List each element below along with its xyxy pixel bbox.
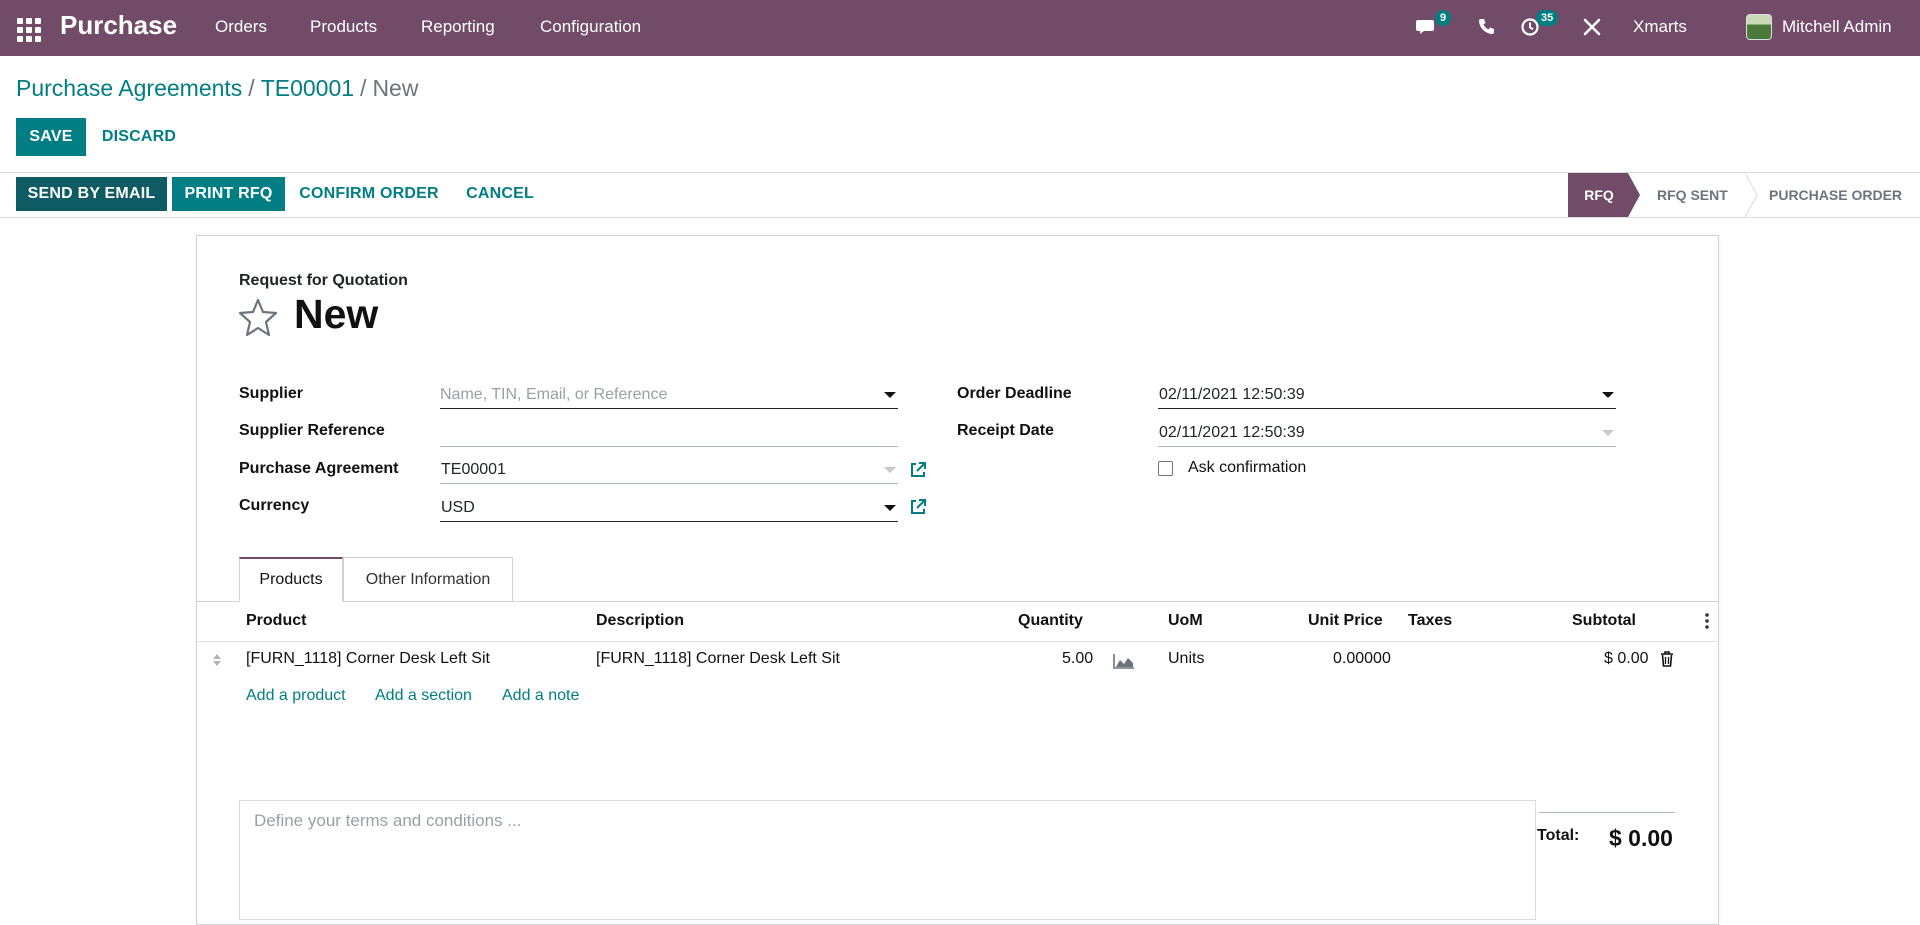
statusbar: SEND BY EMAIL PRINT RFQ CONFIRM ORDER CA… xyxy=(0,172,1920,218)
purchase-agreement-value: TE00001 xyxy=(441,460,506,478)
chevron-down-icon[interactable] xyxy=(884,392,896,398)
company-switcher[interactable]: Xmarts xyxy=(1633,17,1687,37)
breadcrumb-current: New xyxy=(372,75,419,101)
receipt-date-label: Receipt Date xyxy=(957,422,1054,439)
column-quantity[interactable]: Quantity xyxy=(1018,612,1083,630)
ask-confirmation-checkbox[interactable] xyxy=(1158,461,1173,476)
stage-rfq[interactable]: RFQ xyxy=(1568,173,1630,217)
activities-badge: 35 xyxy=(1536,10,1559,26)
row-quantity[interactable]: 5.00 xyxy=(1062,650,1093,668)
add-note-link[interactable]: Add a note xyxy=(502,687,579,705)
messages-badge: 9 xyxy=(1435,10,1452,26)
app-name[interactable]: Purchase xyxy=(60,10,177,41)
currency-input[interactable]: USD xyxy=(440,494,898,522)
document-type-label: Request for Quotation xyxy=(239,272,408,289)
chevron-down-icon[interactable] xyxy=(884,467,896,473)
save-button[interactable]: SAVE xyxy=(16,118,86,156)
breadcrumb-purchase-agreements[interactable]: Purchase Agreements xyxy=(16,75,242,101)
cancel-button[interactable]: CANCEL xyxy=(460,177,540,211)
add-product-link[interactable]: Add a product xyxy=(246,687,346,705)
stage-purchase-order[interactable]: PURCHASE ORDER xyxy=(1769,173,1909,217)
order-deadline-input[interactable]: 02/11/2021 12:50:39 xyxy=(1158,381,1616,409)
terms-placeholder: Define your terms and conditions ... xyxy=(254,811,522,830)
external-link-icon[interactable] xyxy=(909,498,927,516)
tab-products[interactable]: Products xyxy=(239,557,343,602)
add-section-link[interactable]: Add a section xyxy=(375,687,472,705)
tools-icon[interactable] xyxy=(1582,17,1602,37)
row-unit-price[interactable]: 0.00000 xyxy=(1333,650,1391,668)
user-menu[interactable]: Mitchell Admin xyxy=(1782,17,1892,37)
phone-icon[interactable] xyxy=(1477,18,1495,36)
total-value: $ 0.00 xyxy=(1609,825,1673,851)
top-navbar: Purchase Orders Products Reporting Confi… xyxy=(0,0,1920,56)
chevron-down-icon[interactable] xyxy=(884,505,896,511)
discard-button[interactable]: DISCARD xyxy=(96,118,182,156)
receipt-date-input[interactable]: 02/11/2021 12:50:39 xyxy=(1158,419,1616,447)
supplier-placeholder: Name, TIN, Email, or Reference xyxy=(440,385,668,403)
print-rfq-button[interactable]: PRINT RFQ xyxy=(172,177,285,211)
row-subtotal: $ 0.00 xyxy=(1604,650,1649,667)
menu-products[interactable]: Products xyxy=(310,17,377,37)
star-icon[interactable] xyxy=(237,297,279,337)
breadcrumb: Purchase Agreements / TE00001/New xyxy=(16,75,418,102)
supplier-reference-label: Supplier Reference xyxy=(239,422,385,439)
currency-label: Currency xyxy=(239,497,310,514)
breadcrumb-separator: / xyxy=(248,75,255,101)
column-uom[interactable]: UoM xyxy=(1168,612,1203,630)
forecast-graph-icon[interactable] xyxy=(1113,653,1135,669)
ask-confirmation-label[interactable]: Ask confirmation xyxy=(1188,459,1306,477)
menu-orders[interactable]: Orders xyxy=(215,17,267,37)
menu-configuration[interactable]: Configuration xyxy=(540,17,641,37)
page-title: New xyxy=(294,291,379,337)
column-product[interactable]: Product xyxy=(246,612,306,630)
row-description[interactable]: [FURN_1118] Corner Desk Left Sit xyxy=(596,650,840,668)
tab-other-information[interactable]: Other Information xyxy=(343,557,513,602)
supplier-reference-input[interactable] xyxy=(440,419,898,447)
supplier-input[interactable]: Name, TIN, Email, or Reference xyxy=(440,381,898,409)
avatar[interactable] xyxy=(1746,14,1772,40)
menu-reporting[interactable]: Reporting xyxy=(421,17,495,37)
purchase-agreement-label: Purchase Agreement xyxy=(239,460,399,477)
stage-rfq-sent[interactable]: RFQ SENT xyxy=(1657,173,1753,217)
table-header-divider xyxy=(197,641,1718,642)
row-product[interactable]: [FURN_1118] Corner Desk Left Sit xyxy=(246,650,490,668)
row-uom[interactable]: Units xyxy=(1168,650,1204,668)
column-description[interactable]: Description xyxy=(596,612,684,630)
supplier-label: Supplier xyxy=(239,385,304,402)
column-taxes[interactable]: Taxes xyxy=(1408,612,1452,630)
kebab-menu-icon[interactable] xyxy=(1704,612,1710,630)
chevron-down-icon[interactable] xyxy=(1602,392,1614,398)
apps-grid-icon[interactable] xyxy=(15,16,41,42)
order-deadline-label: Order Deadline xyxy=(957,385,1072,402)
chevron-down-icon[interactable] xyxy=(1602,430,1614,436)
total-divider xyxy=(1539,812,1675,813)
currency-value: USD xyxy=(441,498,475,516)
receipt-date-value: 02/11/2021 12:50:39 xyxy=(1159,423,1305,441)
drag-handle-icon[interactable] xyxy=(211,652,223,668)
column-unit-price[interactable]: Unit Price xyxy=(1308,612,1383,630)
external-link-icon[interactable] xyxy=(909,461,927,479)
order-deadline-value: 02/11/2021 12:50:39 xyxy=(1159,385,1305,403)
confirm-order-button[interactable]: CONFIRM ORDER xyxy=(296,177,442,211)
column-subtotal[interactable]: Subtotal xyxy=(1572,612,1636,630)
send-by-email-button[interactable]: SEND BY EMAIL xyxy=(16,177,167,211)
purchase-agreement-input[interactable]: TE00001 xyxy=(440,456,898,484)
terms-and-conditions-field[interactable]: Define your terms and conditions ... xyxy=(239,800,1536,920)
breadcrumb-separator: / xyxy=(360,75,367,101)
breadcrumb-te00001[interactable]: TE00001 xyxy=(261,75,354,101)
total-label: Total: xyxy=(1537,827,1580,844)
trash-icon[interactable] xyxy=(1660,651,1674,667)
